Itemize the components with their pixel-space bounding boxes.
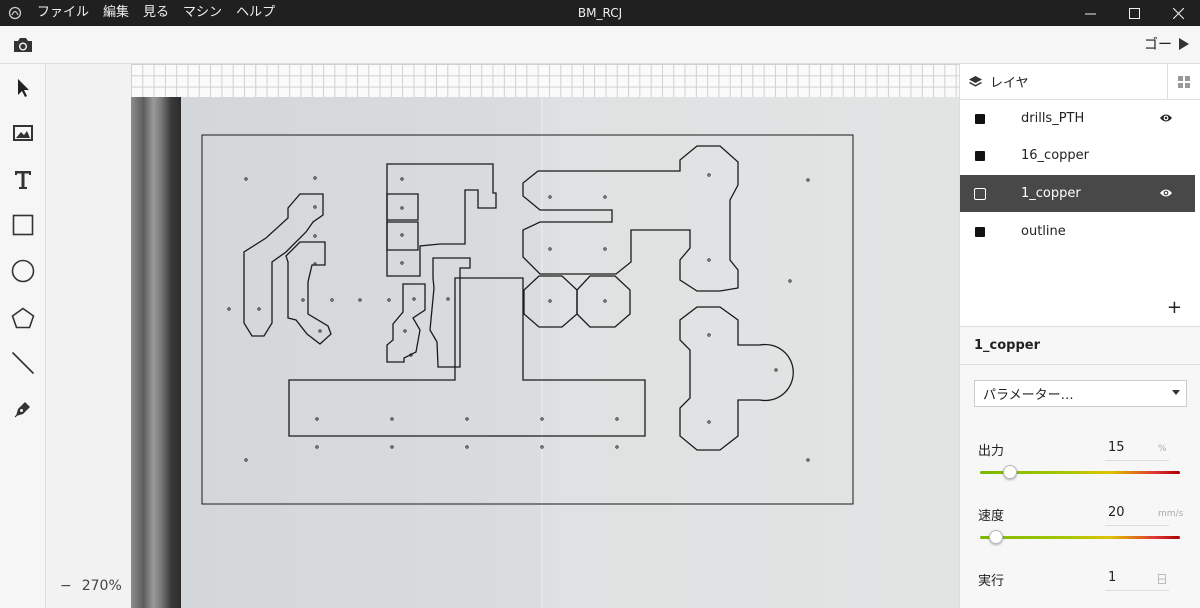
layer-color-swatch[interactable] <box>975 226 985 237</box>
pcb-design[interactable] <box>131 64 959 608</box>
passes-input-underline <box>1105 590 1169 591</box>
eye-icon[interactable] <box>1159 112 1173 124</box>
copper-trace-center-3[interactable] <box>386 283 426 363</box>
go-label: ゴー <box>1144 37 1172 53</box>
select-tool[interactable] <box>9 74 37 102</box>
grid-dots-icon <box>1178 76 1190 88</box>
board-outline[interactable] <box>201 134 854 505</box>
chevron-down-icon <box>1172 390 1180 395</box>
pen-icon <box>14 402 30 418</box>
minimize-icon <box>1084 13 1096 14</box>
maximize-icon <box>1128 7 1140 19</box>
image-tool[interactable] <box>9 119 37 147</box>
passes-input[interactable]: 1 <box>1108 570 1116 585</box>
pen-tool[interactable] <box>9 395 37 423</box>
power-label: 出力 <box>978 444 1005 459</box>
layer-item-selected[interactable]: 1_copper <box>960 175 1195 212</box>
power-slider-thumb[interactable] <box>1003 465 1017 479</box>
image-icon <box>13 125 33 141</box>
speed-label: 速度 <box>978 509 1005 524</box>
zoom-control: − 270% <box>60 578 122 594</box>
layer-name: 1_copper <box>1021 186 1081 201</box>
copper-trace-right-upper[interactable] <box>522 145 739 292</box>
circle-tool[interactable] <box>9 257 37 285</box>
copper-trace-bottom[interactable] <box>288 277 646 437</box>
passes-label: 実行 <box>978 574 1005 589</box>
layer-item[interactable]: 16_copper <box>960 137 1195 174</box>
text-tool[interactable] <box>9 166 37 194</box>
zoom-level: 270% <box>81 578 122 594</box>
line-icon <box>11 351 35 375</box>
toolbar: ゴー <box>0 26 1200 64</box>
copper-pad-octagon-1[interactable] <box>523 275 578 328</box>
layer-color-swatch[interactable] <box>975 150 985 161</box>
layer-color-swatch[interactable] <box>975 113 985 124</box>
layers-header: レイヤ <box>960 64 1200 100</box>
camera-button[interactable] <box>12 35 34 55</box>
layers-title: レイヤ <box>990 76 1029 91</box>
speed-slider-thumb[interactable] <box>989 530 1003 544</box>
layer-name: outline <box>1021 224 1066 239</box>
layer-list: drills_PTH 16_copper 1_copper outline + <box>960 100 1200 327</box>
menu-view[interactable]: 見る <box>136 0 176 26</box>
copper-trace-left-2[interactable] <box>285 241 332 345</box>
polygon-tool[interactable] <box>9 304 37 332</box>
layer-color-swatch[interactable] <box>974 187 986 200</box>
power-input[interactable]: 15 <box>1108 440 1125 455</box>
copper-trace-center-2[interactable] <box>429 257 471 368</box>
speed-input[interactable]: 20 <box>1108 505 1125 520</box>
close-button[interactable] <box>1156 0 1200 26</box>
layers-icon <box>969 76 982 87</box>
copper-trace-right-lower[interactable] <box>679 306 794 451</box>
go-button[interactable]: ゴー <box>1144 34 1190 54</box>
power-input-underline <box>1105 460 1169 461</box>
copper-trace-grid[interactable] <box>386 193 419 251</box>
speed-unit: mm/s <box>1158 509 1184 519</box>
app-logo-icon <box>0 0 30 26</box>
close-icon <box>1172 7 1184 19</box>
side-panel: レイヤ drills_PTH 16_copper 1_copper outlin… <box>959 64 1200 608</box>
minimize-button[interactable] <box>1068 0 1112 26</box>
layer-name: drills_PTH <box>1021 111 1085 126</box>
panel-grid-button[interactable] <box>1167 64 1200 100</box>
add-layer-button[interactable]: + <box>1167 297 1182 318</box>
copper-trace-left[interactable] <box>243 193 324 337</box>
speed-input-underline <box>1105 525 1169 526</box>
menu-help[interactable]: ヘルプ <box>229 0 282 26</box>
title-bar: ファイル 編集 見る マシン ヘルプ BM_RCJ <box>0 0 1200 26</box>
eye-icon[interactable] <box>1159 187 1173 199</box>
layer-item[interactable]: drills_PTH <box>960 100 1195 137</box>
rectangle-tool[interactable] <box>9 211 37 239</box>
menu-machine[interactable]: マシン <box>176 0 229 26</box>
layer-settings: パラメーター… 出力 15 % 速度 20 mm/s 実行 1 <box>960 365 1200 608</box>
preset-select-value: パラメーター… <box>983 388 1074 403</box>
zoom-out-button[interactable]: − <box>60 578 72 594</box>
layer-settings-title: 1_copper <box>960 327 1200 365</box>
maximize-button[interactable] <box>1112 0 1156 26</box>
circle-icon <box>11 259 35 283</box>
layer-item[interactable]: outline <box>960 213 1195 250</box>
layer-name: 16_copper <box>1021 148 1089 163</box>
rectangle-icon <box>12 214 34 236</box>
menu-file[interactable]: ファイル <box>30 0 96 26</box>
camera-icon <box>14 38 32 52</box>
pentagon-icon <box>11 307 35 329</box>
speed-slider[interactable] <box>980 536 1180 539</box>
text-icon <box>15 171 31 189</box>
line-tool[interactable] <box>9 349 37 377</box>
preset-select[interactable]: パラメーター… <box>974 380 1187 407</box>
menu-edit[interactable]: 編集 <box>96 0 136 26</box>
power-unit: % <box>1158 444 1167 454</box>
pointer-icon <box>18 79 29 97</box>
menu-bar: ファイル 編集 見る マシン ヘルプ <box>30 0 282 26</box>
tool-rail <box>0 64 46 608</box>
stepper-icon[interactable] <box>1158 574 1166 584</box>
play-icon <box>1179 38 1189 50</box>
